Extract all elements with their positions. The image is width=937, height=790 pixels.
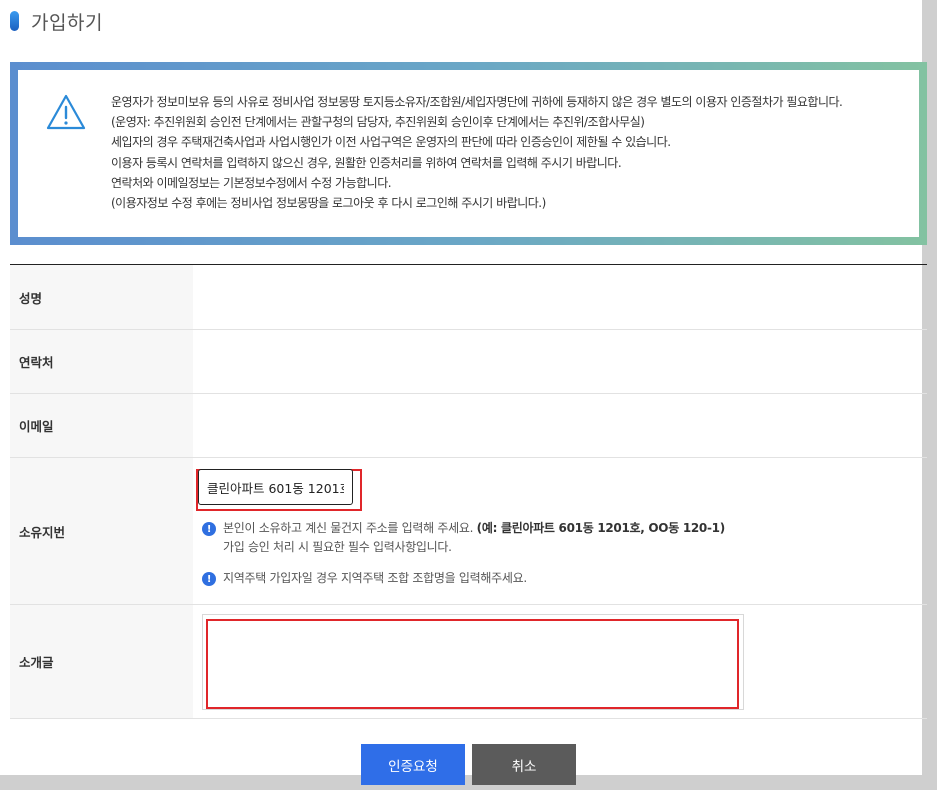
name-value (193, 265, 927, 329)
intro-row: 소개글 (10, 605, 927, 719)
address-row: 소유지번 ! 본인이 소유하고 계신 물건지 주소를 입력해 주세요. (예: … (10, 458, 927, 605)
phone-value (193, 330, 927, 393)
intro-textarea[interactable] (206, 619, 739, 709)
address-label: 소유지번 (10, 458, 193, 604)
notice-text: 운영자가 정보미보유 등의 사유로 정비사업 정보몽땅 토지등소유자/조합원/세… (111, 92, 907, 213)
email-label: 이메일 (10, 394, 193, 457)
intro-value (193, 605, 927, 718)
notice-inner: 운영자가 정보미보유 등의 사유로 정비사업 정보몽땅 토지등소유자/조합원/세… (18, 70, 919, 237)
cancel-button[interactable]: 취소 (472, 744, 576, 785)
address-input[interactable] (198, 469, 353, 505)
intro-label: 소개글 (10, 605, 193, 718)
request-verification-button[interactable]: 인증요청 (361, 744, 465, 785)
address-help-required: ! 본인이 소유하고 계신 물건지 주소를 입력해 주세요. (예: 클린아파트… (202, 519, 725, 557)
address-help-housing-text: 지역주택 가입자일 경우 지역주택 조합 조합명을 입력해주세요. (223, 571, 527, 585)
signup-form: 성명 연락처 이메일 소유지번 ! 본인이 소유하고 계신 물건지 주소를 입력… (10, 264, 927, 719)
notice-line: (이용자정보 수정 후에는 정비사업 정보몽땅을 로그아웃 후 다시 로그인해 … (111, 196, 546, 211)
address-help-text: 본인이 소유하고 계신 물건지 주소를 입력해 주세요. (예: 클린아파트 6… (223, 519, 725, 557)
warning-icon (46, 94, 86, 130)
phone-row: 연락처 (10, 330, 927, 394)
notice-box: 운영자가 정보미보유 등의 사유로 정비사업 정보몽땅 토지등소유자/조합원/세… (10, 62, 927, 245)
address-help-line2: 가입 승인 처리 시 필요한 필수 입력사항입니다. (223, 540, 452, 554)
email-row: 이메일 (10, 394, 927, 458)
address-value: ! 본인이 소유하고 계신 물건지 주소를 입력해 주세요. (예: 클린아파트… (193, 458, 927, 604)
name-row: 성명 (10, 265, 927, 330)
address-help-line1: 본인이 소유하고 계신 물건지 주소를 입력해 주세요. (223, 521, 474, 535)
email-value (193, 394, 927, 457)
name-label: 성명 (10, 265, 193, 329)
address-input-highlight (196, 469, 362, 511)
phone-label: 연락처 (10, 330, 193, 393)
address-help-example: (예: 클린아파트 601동 1201호, OO동 120-1) (476, 521, 726, 535)
notice-line: (운영자: 추진위원회 승인전 단계에서는 관할구청의 담당자, 추진위원회 승… (111, 115, 645, 130)
info-icon: ! (202, 572, 216, 586)
notice-line: 이용자 등록시 연락처를 입력하지 않으신 경우, 원활한 인증처리를 위하여 … (111, 155, 622, 170)
info-icon: ! (202, 522, 216, 536)
notice-line: 연락처와 이메일정보는 기본정보수정에서 수정 가능합니다. (111, 175, 392, 190)
address-help-housing: ! 지역주택 가입자일 경우 지역주택 조합 조합명을 입력해주세요. (202, 569, 527, 588)
notice-line: 운영자가 정보미보유 등의 사유로 정비사업 정보몽땅 토지등소유자/조합원/세… (111, 95, 843, 109)
notice-line: 세입자의 경우 주택재건축사업과 사업시행인가 이전 사업구역은 운영자의 판단… (111, 135, 671, 150)
title-marker-icon (10, 11, 19, 31)
intro-textarea-frame (202, 614, 744, 710)
title-bar: 가입하기 (10, 8, 103, 34)
page-title: 가입하기 (31, 11, 103, 34)
